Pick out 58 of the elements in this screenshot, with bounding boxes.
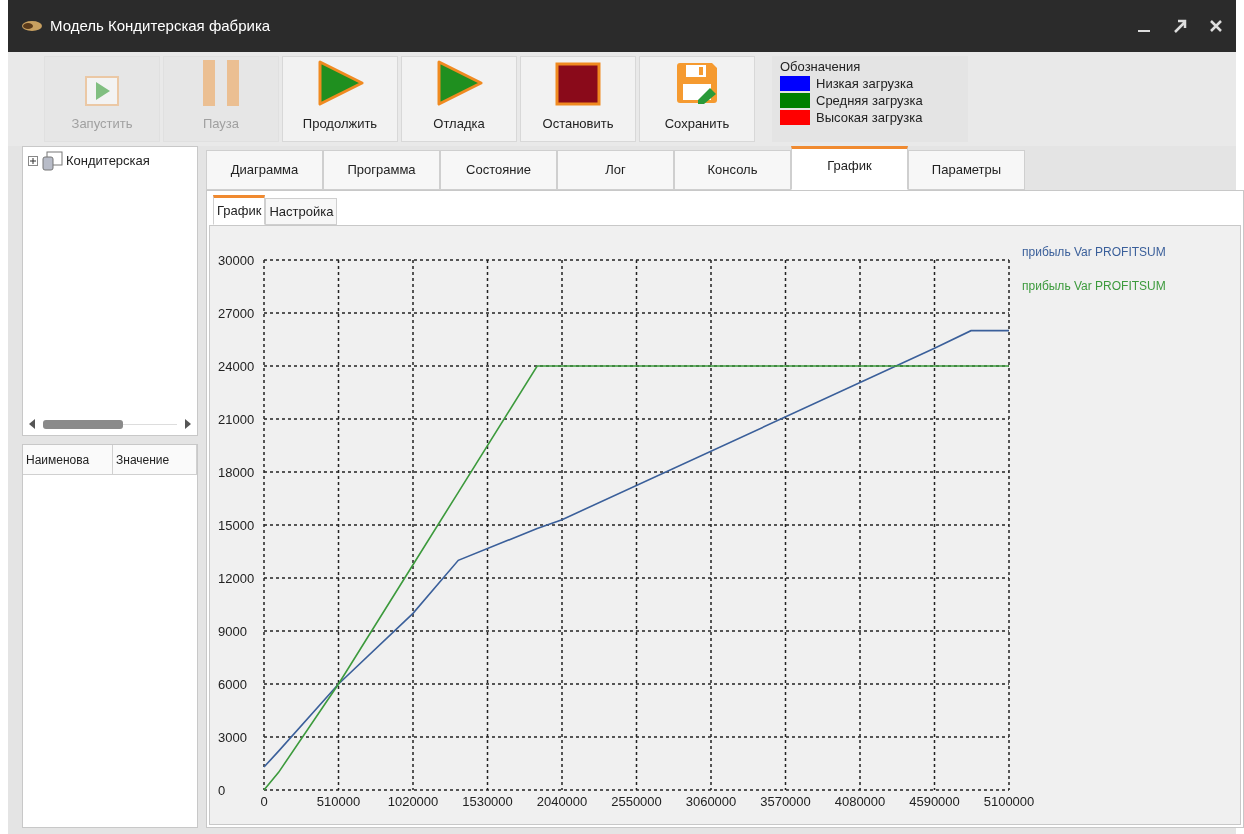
legend-title: Обозначения <box>780 58 862 75</box>
tab[interactable]: График <box>791 146 908 190</box>
scroll-left-icon[interactable] <box>29 419 35 429</box>
stop-icon <box>555 61 601 106</box>
legend-label: Низкая загрузка <box>816 75 914 92</box>
y-tick-label: 3000 <box>218 730 247 745</box>
window-title: Модель Кондитерская фабрика <box>50 15 271 36</box>
tab[interactable]: Состояние <box>440 150 557 190</box>
pause-icon <box>201 59 241 106</box>
y-tick-label: 30000 <box>218 253 255 268</box>
x-tick-label: 1020000 <box>387 794 439 809</box>
legend-label: Средняя загрузка <box>816 92 923 109</box>
scroll-right-icon[interactable] <box>185 419 191 429</box>
x-tick-label: 0 <box>260 794 268 809</box>
y-tick-label: 21000 <box>218 412 255 427</box>
toolbar-button[interactable]: Отладка <box>401 56 517 142</box>
expand-icon[interactable] <box>28 156 38 166</box>
x-tick-label: 3060000 <box>685 794 737 809</box>
y-tick-label: 18000 <box>218 465 255 480</box>
tab[interactable]: Программа <box>323 150 440 190</box>
y-tick-label: 15000 <box>218 518 255 533</box>
x-tick-label: 4590000 <box>909 794 960 809</box>
series-label: прибыль Var PROFITSUM <box>1022 279 1166 293</box>
tab[interactable]: График <box>213 195 266 225</box>
y-tick-label: 27000 <box>218 306 255 321</box>
tab[interactable]: Лог <box>557 150 674 190</box>
tab[interactable]: Диаграмма <box>206 150 323 190</box>
toolbar-button[interactable]: Сохранить <box>639 56 755 142</box>
app-icon <box>20 20 42 32</box>
model-icon <box>41 151 63 171</box>
x-tick-label: 2040000 <box>536 794 588 809</box>
x-tick-label: 5100000 <box>983 794 1035 809</box>
maximize-icon[interactable] <box>1172 18 1188 34</box>
y-tick-label: 9000 <box>218 624 247 639</box>
series-label: прибыль Var PROFITSUM <box>1022 245 1166 259</box>
column-header[interactable]: Значение <box>113 445 197 475</box>
play-icon <box>316 59 364 106</box>
y-tick-label: 0 <box>218 783 226 798</box>
column-header[interactable]: Наименова <box>23 445 113 475</box>
y-tick-label: 12000 <box>218 571 255 586</box>
y-tick-label: 6000 <box>218 677 247 692</box>
x-tick-label: 3570000 <box>760 794 811 809</box>
play-icon <box>435 59 483 106</box>
tab[interactable]: Настройка <box>265 198 338 225</box>
tab[interactable]: Параметры <box>908 150 1025 190</box>
x-tick-label: 1530000 <box>462 794 513 809</box>
tab[interactable]: Консоль <box>674 150 791 190</box>
play-icon <box>85 75 119 106</box>
toolbar-button[interactable]: Остановить <box>520 56 636 142</box>
x-tick-label: 2550000 <box>611 794 662 809</box>
toolbar-button[interactable]: Продолжить <box>282 56 398 142</box>
y-tick-label: 24000 <box>218 359 255 374</box>
x-tick-label: 510000 <box>316 794 361 809</box>
x-tick-label: 4080000 <box>834 794 886 809</box>
close-icon[interactable] <box>1208 18 1224 34</box>
horizontal-scrollbar[interactable] <box>43 419 177 429</box>
legend-label: Высокая загрузка <box>816 109 923 126</box>
tree-item[interactable]: Кондитерская <box>66 151 150 171</box>
